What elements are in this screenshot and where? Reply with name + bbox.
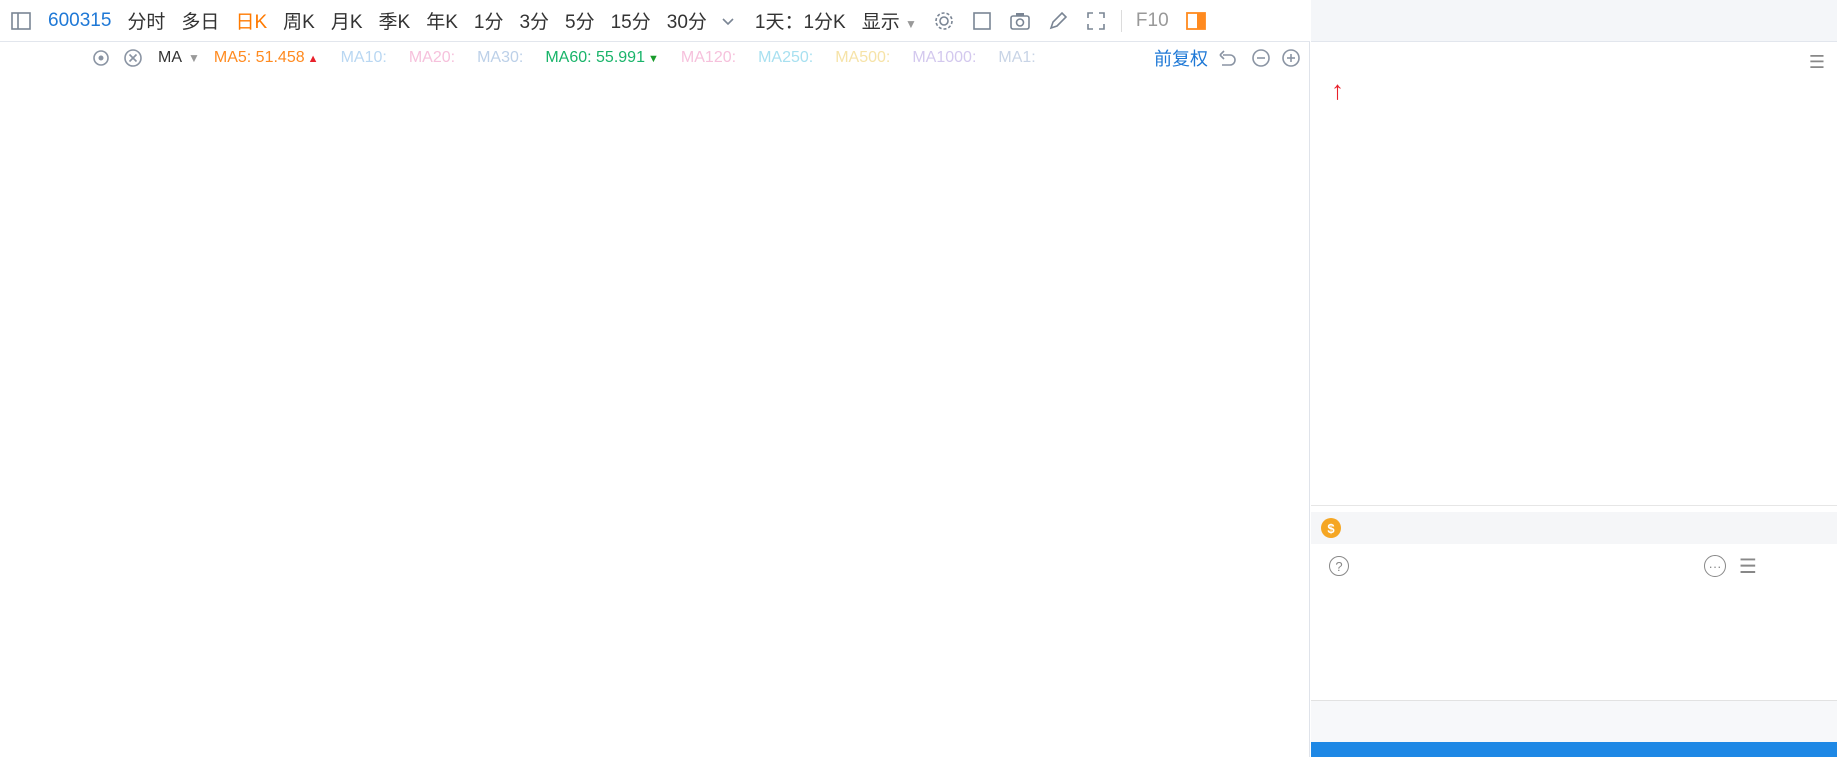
ma-legend-label: MA20: — [408, 49, 456, 66]
ma-legend-item[interactable]: MA5: 51.458 ▲ — [214, 49, 319, 67]
more-icon[interactable]: ··· — [1704, 555, 1726, 577]
period-tab[interactable]: 分时 — [119, 7, 173, 34]
margin-banner: $ — [1311, 512, 1837, 544]
kline-svg[interactable] — [0, 74, 1310, 757]
period-tab[interactable]: 年K — [418, 7, 466, 34]
ma-legend-item[interactable]: MA30: — [477, 49, 523, 67]
ma-legend-value: 51.458 — [251, 49, 305, 66]
chevron-down-icon: ▼ — [905, 17, 917, 31]
stock-header: ☰ ↑ — [1311, 42, 1837, 167]
period-tab[interactable]: 季K — [371, 7, 419, 34]
down-arrow-icon: ▼ — [644, 53, 659, 65]
period-tab[interactable]: 3分 — [511, 7, 557, 34]
draw-pen-icon[interactable] — [1045, 8, 1071, 34]
undo-icon[interactable] — [1214, 45, 1240, 71]
period-tab[interactable]: 1分 — [466, 7, 512, 34]
detail-tabs — [1311, 470, 1837, 506]
order-book-ratio-bar — [1311, 742, 1837, 757]
ma-legend-label: MA1: — [998, 49, 1036, 66]
period-tab[interactable]: 30分 — [659, 7, 715, 34]
list-icon[interactable]: ☰ — [1739, 554, 1757, 579]
f10-button[interactable]: F10 — [1128, 10, 1177, 32]
settings-icon[interactable] — [88, 45, 114, 71]
kline-chart[interactable] — [0, 74, 1310, 757]
ma-legend-label: MA120: — [680, 49, 737, 66]
up-arrow-icon: ↑ — [1331, 75, 1344, 105]
period-tab[interactable]: 月K — [323, 7, 371, 34]
display-label: 显示 — [861, 12, 900, 33]
tick-title: ? — [1319, 556, 1349, 576]
period-tab[interactable]: 15分 — [603, 7, 659, 34]
coin-icon: $ — [1321, 518, 1341, 538]
ma-legend-item[interactable]: MA10: — [341, 49, 387, 67]
adjust-button[interactable]: 前复权 — [1154, 45, 1208, 71]
ma-legend-item[interactable]: MA120: — [681, 49, 736, 67]
ma-legend-item[interactable]: MA1: — [998, 49, 1035, 67]
period-tab[interactable]: 5分 — [557, 7, 603, 34]
panel-toggle-icon[interactable] — [1183, 8, 1209, 34]
ma-legend-label: MA60: — [545, 49, 592, 66]
help-icon[interactable]: ? — [1329, 556, 1349, 576]
close-icon[interactable] — [120, 45, 146, 71]
ma-legend-bar: MA ▼ MA5: 51.458 ▲ MA10: MA20: MA30: MA60: 5… — [0, 42, 1310, 74]
ma-legend-label: MA500: — [835, 49, 891, 66]
period-tab[interactable]: 日K — [227, 7, 275, 34]
tick-list[interactable] — [1311, 583, 1837, 700]
ma-legend-item[interactable]: MA1000: — [912, 49, 976, 67]
display-menu[interactable]: 显示 ▼ — [854, 7, 925, 34]
collapse-icon[interactable]: ☰ — [1809, 52, 1825, 73]
order-book-header — [1311, 700, 1837, 742]
ma-legend-item[interactable]: MA500: — [835, 49, 890, 67]
camera-icon[interactable] — [1007, 8, 1033, 34]
ma-legend-label: MA10: — [340, 49, 387, 66]
ma-legend-label: MA1000: — [912, 49, 977, 66]
app-window: 600315 分时 多日 日K 周K 月K 季K 年K 1分 3分 5分 15分 30分 1天：1分K… — [0, 0, 1837, 757]
quote-panel: ☰ ↑ $ ? ··· ☰ — [1311, 0, 1837, 757]
chart-panel: 600315 分时 多日 日K 周K 月K 季K 年K 1分 3分 5分 15分 30分 1天：1分K… — [0, 0, 1310, 757]
chevron-down-icon[interactable] — [715, 8, 741, 34]
period-tab[interactable]: 周K — [275, 7, 323, 34]
ma-legend-item[interactable]: MA20: — [409, 49, 455, 67]
toolbar-divider — [1120, 9, 1122, 32]
layout-icon[interactable] — [969, 8, 995, 34]
fullscreen-icon[interactable] — [1083, 8, 1109, 34]
sidebar-toggle-icon[interactable] — [8, 8, 34, 34]
ma-legend-value: 55.991 — [591, 49, 645, 66]
zoom-out-icon[interactable] — [1248, 45, 1274, 71]
ma-legend-item[interactable]: MA250: — [758, 49, 813, 67]
ma-items: MA5: 51.458 ▲ MA10: MA20: MA30: MA60: 55.991… — [214, 49, 1058, 67]
gear-icon[interactable] — [931, 8, 957, 34]
stock-code-tab[interactable]: 600315 — [40, 10, 119, 32]
ma-legend-label: MA250: — [758, 49, 814, 66]
ma-legend-label: MA5: — [213, 49, 252, 66]
period-tabs: 分时 多日 日K 周K 月K 季K 年K 1分 3分 5分 15分 30分 — [119, 7, 714, 34]
ma-legend-label: MA30: — [477, 49, 524, 66]
up-arrow-icon: ▲ — [304, 53, 319, 65]
period-toolbar: 600315 分时 多日 日K 周K 月K 季K 年K 1分 3分 5分 15分 30分 1天：1分K… — [0, 0, 1310, 42]
chevron-down-icon[interactable]: ▼ — [188, 51, 200, 65]
period-tab[interactable]: 多日 — [173, 7, 227, 34]
ma-selector[interactable]: MA — [158, 49, 182, 67]
zoom-in-icon[interactable] — [1278, 45, 1304, 71]
quote-tabs — [1311, 0, 1837, 42]
ma-legend-item[interactable]: MA60: 55.991 ▼ — [545, 49, 659, 67]
interval-select[interactable]: 1天：1分K — [747, 7, 854, 34]
